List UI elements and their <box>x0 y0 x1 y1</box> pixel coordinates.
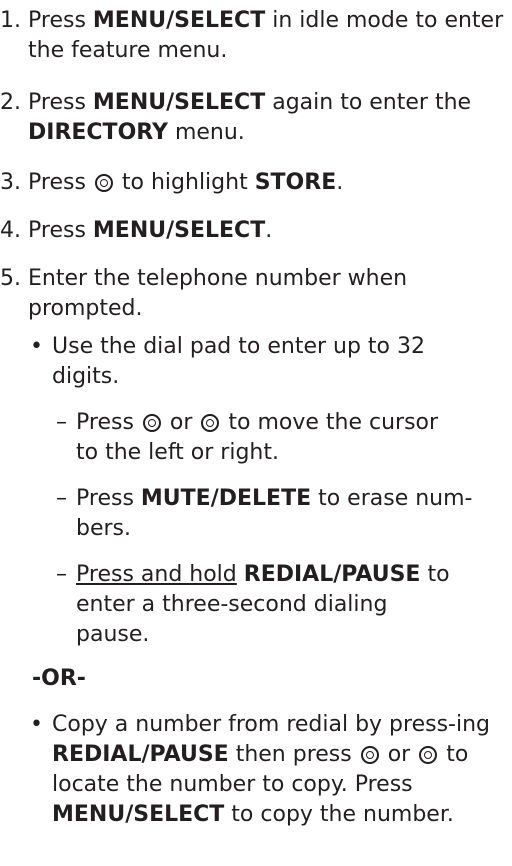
substep-text: Press <box>76 486 141 511</box>
instruction-page: 1. Press MENU/SELECT in idle mode to ente… <box>0 0 512 866</box>
scroll-right-icon <box>201 414 220 432</box>
substep-text: Press <box>76 410 141 435</box>
step-2: 2. Press MENU/SELECT again to enter the D… <box>0 88 510 148</box>
key-label: REDIAL/ <box>52 742 150 767</box>
key-label: SELECT <box>174 8 266 33</box>
or-separator: -OR- <box>32 664 86 694</box>
step-1: 1. Press MENU/SELECT in idle mode to ente… <box>0 6 510 66</box>
substep-pause: – Press and hold REDIAL/PAUSE to enter a … <box>56 560 456 650</box>
bullet-text: Copy a number from redial by press-ing <box>52 712 491 737</box>
step-text: Press <box>28 170 93 195</box>
bullet-text: Use the dial pad to enter up to 32 digit… <box>52 334 425 389</box>
step-text: Press <box>28 90 93 115</box>
key-label: SELECT <box>174 218 266 243</box>
step-number: 2. <box>0 90 21 115</box>
scroll-left-icon <box>142 414 161 432</box>
bullet-symbol: • <box>30 712 43 737</box>
key-label: MENU/ <box>92 8 175 33</box>
step-number: 4. <box>0 218 21 243</box>
scroll-down-icon <box>419 746 438 764</box>
bullet-symbol: • <box>30 334 43 359</box>
key-label: MENU/ <box>92 218 175 243</box>
key-label: REDIAL/ <box>243 562 342 587</box>
menu-name: DIRECTORY <box>28 120 168 145</box>
key-label: MUTE/ <box>140 486 219 511</box>
step-number: 5. <box>0 266 21 291</box>
substep-delete: – Press MUTE/DELETE to erase num-bers. <box>56 484 510 544</box>
key-label: DELETE <box>218 486 312 511</box>
step-5: 5. Enter the telephone number when prompt… <box>0 264 510 324</box>
bullet-text: then press <box>228 742 359 767</box>
step-text: again to enter the <box>265 90 472 115</box>
bullet-text: or <box>380 742 418 767</box>
key-label: SELECT <box>133 802 225 827</box>
step-text: Enter the telephone number when prompted… <box>28 266 408 321</box>
key-label: PAUSE <box>149 742 229 767</box>
key-label: SELECT <box>174 90 266 115</box>
step-text: . <box>336 170 344 195</box>
bullet-copy-redial: • Copy a number from redial by press-ing … <box>30 710 510 830</box>
scroll-down-icon <box>94 174 113 192</box>
step-number: 1. <box>0 8 21 33</box>
substep-emphasis: Press and hold <box>76 562 237 587</box>
bullet-text: to copy the number. <box>224 802 454 827</box>
step-text: Press <box>28 218 93 243</box>
scroll-up-icon <box>360 746 379 764</box>
menu-item: STORE <box>254 170 337 195</box>
dash-symbol: – <box>56 486 67 511</box>
step-number: 3. <box>0 170 21 195</box>
dash-symbol: – <box>56 410 67 435</box>
step-text: menu. <box>167 120 245 145</box>
step-3: 3. Press to highlight STORE. <box>0 168 510 198</box>
dash-symbol: – <box>56 562 67 587</box>
key-label: MENU/ <box>92 90 175 115</box>
substep-text: or <box>162 410 200 435</box>
key-label: PAUSE <box>341 562 421 587</box>
substep-cursor: – Press or to move the cursor to the left… <box>56 408 456 468</box>
key-label: MENU/ <box>52 802 134 827</box>
step-4: 4. Press MENU/SELECT. <box>0 216 510 246</box>
or-label: -OR- <box>32 666 86 691</box>
bullet-dial-pad: • Use the dial pad to enter up to 32 digi… <box>30 332 470 392</box>
step-text: . <box>265 218 273 243</box>
step-text: to highlight <box>114 170 255 195</box>
step-text: Press <box>28 8 93 33</box>
